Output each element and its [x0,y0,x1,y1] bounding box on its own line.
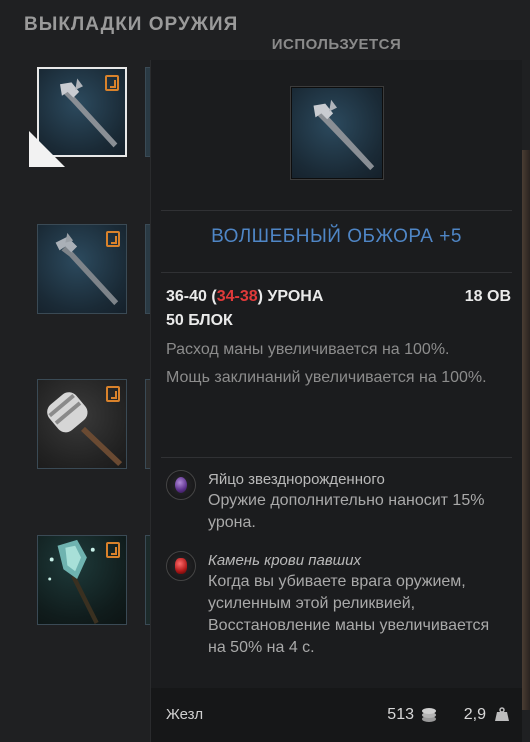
item-type: Жезл [166,706,204,723]
damage-high: 38 [239,288,258,305]
tooltip-item-image [290,86,384,180]
damage-line: 36-40 (34-38) УРОНА 18 ОВ [166,287,511,311]
affix-mana-cost: Расход маны увеличивается на 100%. [166,341,450,358]
item-weight: 2,9 [463,706,486,723]
rank-icon [106,231,120,247]
staff-icon [313,99,375,171]
blood-gem-icon [166,551,196,581]
relic-title: Яйцо звезднорожденного [208,471,385,488]
selection-corner-marker [29,131,65,167]
damage-value: 36-40 ( [166,288,217,305]
item-score: 18 ОВ [464,288,511,305]
rank-icon [106,542,120,558]
relic-1: Яйцо звезднорожденного Оружие дополнител… [166,470,511,534]
rank-icon [105,75,119,91]
item-stats: 36-40 (34-38) УРОНА 18 ОВ 50 БЛОК Расход… [166,287,511,389]
rank-icon [106,386,120,402]
relic-description: Когда вы убиваете врага оружием, усиленн… [208,573,490,656]
tooltip-footer: Жезл 513 2,9 [151,688,522,742]
damage-low: 34 [216,288,235,305]
equipped-header: ИСПОЛЬЗУЕТСЯ [271,36,402,53]
affix-spell-power: Мощь заклинаний увеличивается на 100%. [166,369,487,386]
divider [161,457,512,458]
relic-title: Камень крови павших [208,552,361,569]
damage-label: ) УРОНА [257,288,324,305]
egg-gem-icon [166,470,196,500]
weight-icon [495,707,509,721]
loadout-slot-3[interactable] [37,379,127,469]
loadout-slot-4[interactable] [37,535,127,625]
item-price: 513 [387,706,414,723]
relic-description: Оружие дополнительно наносит 15% урона. [208,492,485,531]
loadout-slot-2[interactable] [37,224,127,314]
divider [161,210,512,211]
item-tooltip: ИСПОЛЬЗУЕТСЯ ВОЛШЕБНЫЙ ОБЖОРА +5 36-40 (… [150,36,522,742]
divider [161,272,512,273]
item-name: ВОЛШЕБНЫЙ ОБЖОРА +5 [211,226,462,247]
relic-2: Камень крови павших Когда вы убиваете вр… [166,551,511,659]
coins-icon [422,708,436,722]
loadout-slot-1[interactable] [29,67,127,167]
block-line: 50 БЛОК [166,312,233,329]
page-title: ВЫКЛАДКИ ОРУЖИЯ [24,14,239,35]
